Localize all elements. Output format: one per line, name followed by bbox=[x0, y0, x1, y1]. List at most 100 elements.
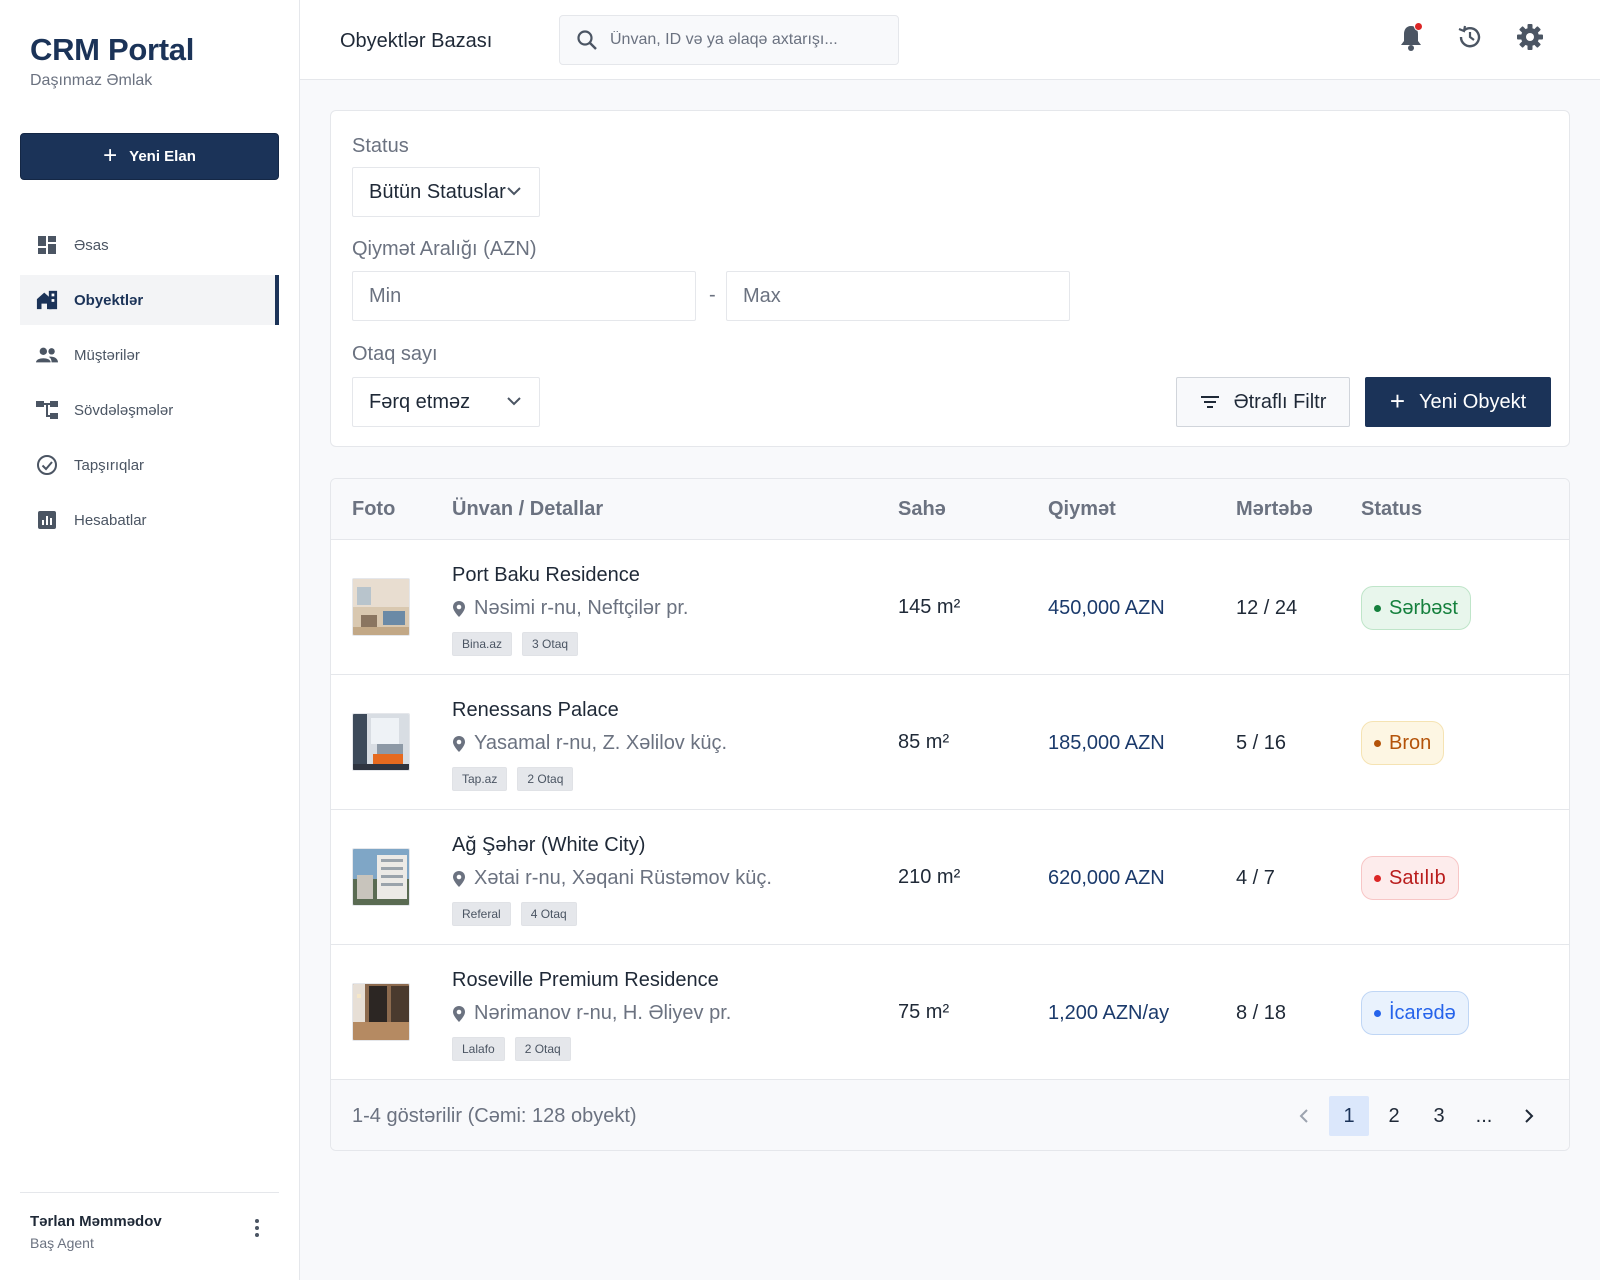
property-title[interactable]: Roseville Premium Residence bbox=[452, 969, 719, 992]
property-tags: Referal 4 Otaq bbox=[452, 902, 577, 926]
price-max-input[interactable] bbox=[726, 271, 1070, 321]
property-floor: 12 / 24 bbox=[1236, 597, 1298, 619]
status-badge: Bron bbox=[1361, 721, 1445, 765]
column-header-photo: Foto bbox=[352, 498, 396, 520]
property-address: Xətai r-nu, Xəqani Rüstəmov küç. bbox=[452, 867, 772, 890]
property-photo[interactable] bbox=[352, 848, 410, 906]
status-select[interactable]: Bütün Statuslar bbox=[352, 167, 540, 217]
source-tag: Referal bbox=[452, 902, 511, 926]
search-box[interactable] bbox=[559, 15, 899, 65]
history-button[interactable] bbox=[1455, 22, 1485, 52]
page-button-2[interactable]: 2 bbox=[1374, 1096, 1414, 1136]
status-label: Status bbox=[352, 135, 409, 157]
report-chart-icon bbox=[36, 509, 58, 531]
sidebar-item-reports[interactable]: Hesabatlar bbox=[20, 495, 279, 545]
status-text: İcarədə bbox=[1389, 1001, 1456, 1024]
next-page-button[interactable] bbox=[1509, 1096, 1549, 1136]
objects-table: Foto Ünvan / Detallar Sahə Qiymət Mərtəb… bbox=[330, 478, 1570, 1151]
column-header-address: Ünvan / Detallar bbox=[452, 498, 604, 520]
property-price: 620,000 AZN bbox=[1048, 867, 1165, 889]
property-title[interactable]: Port Baku Residence bbox=[452, 564, 640, 587]
table-footer: 1-4 göstərilir (Cəmi: 128 obyekt) 1 2 3 … bbox=[331, 1080, 1569, 1150]
property-title[interactable]: Renessans Palace bbox=[452, 699, 619, 722]
property-photo[interactable] bbox=[352, 713, 410, 771]
property-floor: 5 / 16 bbox=[1236, 732, 1287, 754]
check-circle-icon bbox=[36, 454, 58, 476]
property-address: Nəsimi r-nu, Neftçilər pr. bbox=[452, 597, 689, 620]
sidebar-item-label: Obyektlər bbox=[74, 291, 144, 309]
table-row[interactable]: Ağ Şəhər (White City) Xətai r-nu, Xəqani… bbox=[331, 810, 1569, 945]
search-input[interactable] bbox=[610, 31, 880, 49]
chevron-down-icon bbox=[507, 187, 521, 196]
location-pin-icon bbox=[453, 1005, 465, 1022]
status-text: Satılıb bbox=[1389, 866, 1446, 889]
gear-icon bbox=[1517, 24, 1543, 50]
property-area: 85 m² bbox=[898, 731, 950, 753]
rooms-tag: 2 Otaq bbox=[517, 767, 574, 791]
property-price: 1,200 AZN/ay bbox=[1048, 1002, 1170, 1024]
location-pin-icon bbox=[453, 870, 465, 887]
rooms-label: Otaq sayı bbox=[352, 343, 438, 365]
table-row[interactable]: Roseville Premium Residence Nərimanov r-… bbox=[331, 945, 1569, 1080]
notification-dot bbox=[1414, 22, 1423, 31]
address-text: Xətai r-nu, Xəqani Rüstəmov küç. bbox=[474, 867, 772, 889]
sidebar-item-label: Sövdələşmələr bbox=[74, 401, 174, 419]
sidebar-item-objects[interactable]: Obyektlər bbox=[20, 275, 279, 325]
table-header: Foto Ünvan / Detallar Sahə Qiymət Mərtəb… bbox=[331, 479, 1569, 540]
column-header-status: Status bbox=[1361, 498, 1423, 520]
property-address: Yasamal r-nu, Z. Xəlilov küç. bbox=[452, 732, 727, 755]
sidebar-item-home[interactable]: Əsas bbox=[20, 220, 279, 270]
property-price: 185,000 AZN bbox=[1048, 732, 1165, 754]
property-floor: 8 / 18 bbox=[1236, 1002, 1287, 1024]
page-title: Obyektlər Bazası bbox=[340, 30, 493, 52]
rooms-select-value: Fərq etməz bbox=[369, 390, 471, 413]
price-min-input[interactable] bbox=[352, 271, 696, 321]
property-floor: 4 / 7 bbox=[1236, 867, 1275, 889]
page-button-3[interactable]: 3 bbox=[1419, 1096, 1459, 1136]
location-pin-icon bbox=[453, 600, 465, 617]
chevron-right-icon bbox=[1525, 1109, 1534, 1123]
advanced-filter-button[interactable]: Ətraflı Filtr bbox=[1176, 377, 1350, 427]
results-count: 1-4 göstərilir (Cəmi: 128 obyekt) bbox=[352, 1105, 637, 1127]
range-separator: - bbox=[709, 284, 716, 306]
notifications-button[interactable] bbox=[1396, 22, 1426, 52]
chevron-down-icon bbox=[507, 397, 521, 406]
divider bbox=[20, 1192, 279, 1193]
user-name: Tərlan Məmmədov bbox=[30, 1213, 162, 1230]
column-header-price: Qiymət bbox=[1048, 498, 1116, 520]
property-photo[interactable] bbox=[352, 983, 410, 1041]
sidebar-item-label: Əsas bbox=[74, 236, 109, 254]
page-button-1[interactable]: 1 bbox=[1329, 1096, 1369, 1136]
property-tags: Bina.az 3 Otaq bbox=[452, 632, 579, 656]
settings-button[interactable] bbox=[1515, 22, 1545, 52]
chevron-left-icon bbox=[1299, 1109, 1308, 1123]
new-object-label: Yeni Obyekt bbox=[1419, 390, 1527, 413]
people-icon bbox=[36, 344, 58, 366]
new-object-button[interactable]: + Yeni Obyekt bbox=[1365, 377, 1551, 427]
sidebar-item-deals[interactable]: Sövdələşmələr bbox=[20, 385, 279, 435]
rooms-select[interactable]: Fərq etməz bbox=[352, 377, 540, 427]
history-icon bbox=[1458, 25, 1481, 48]
status-dot bbox=[1374, 874, 1381, 882]
sidebar-item-label: Hesabatlar bbox=[74, 511, 147, 529]
property-title[interactable]: Ağ Şəhər (White City) bbox=[452, 834, 645, 857]
more-vert-icon[interactable] bbox=[250, 1216, 264, 1240]
status-dot bbox=[1374, 739, 1381, 747]
prev-page-button[interactable] bbox=[1284, 1096, 1324, 1136]
property-tags: Tap.az 2 Otaq bbox=[452, 767, 574, 791]
property-photo[interactable] bbox=[352, 578, 410, 636]
rooms-tag: 2 Otaq bbox=[514, 1037, 571, 1061]
new-listing-button[interactable]: + Yeni Elan bbox=[20, 133, 279, 180]
property-tags: Lalafo 2 Otaq bbox=[452, 1037, 571, 1061]
source-tag: Bina.az bbox=[452, 632, 513, 656]
status-badge: Satılıb bbox=[1361, 856, 1459, 900]
source-tag: Lalafo bbox=[452, 1037, 505, 1061]
status-badge: Sərbəst bbox=[1361, 586, 1471, 630]
property-area: 145 m² bbox=[898, 596, 961, 618]
table-row[interactable]: Port Baku Residence Nəsimi r-nu, Neftçil… bbox=[331, 540, 1569, 675]
plus-icon: + bbox=[103, 141, 118, 169]
sidebar-item-clients[interactable]: Müştərilər bbox=[20, 330, 279, 380]
rooms-tag: 3 Otaq bbox=[522, 632, 579, 656]
table-row[interactable]: Renessans Palace Yasamal r-nu, Z. Xəlilo… bbox=[331, 675, 1569, 810]
sidebar-item-tasks[interactable]: Tapşırıqlar bbox=[20, 440, 279, 490]
